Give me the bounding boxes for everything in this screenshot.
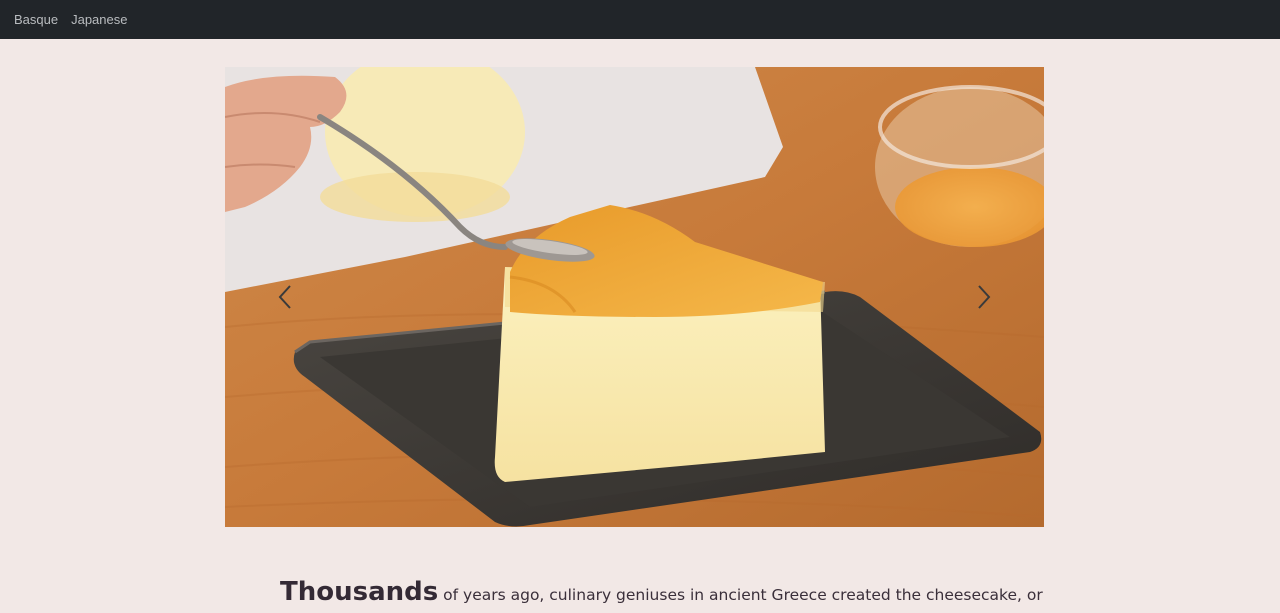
intro-text: of years ago, culinary geniuses in ancie… — [438, 585, 1043, 604]
intro-paragraph: Thousands of years ago, culinary geniuse… — [280, 574, 1043, 613]
carousel-prev-button[interactable] — [225, 67, 345, 527]
cheesecake-photo — [225, 67, 1044, 527]
nav-link-japanese[interactable]: Japanese — [71, 12, 127, 27]
intro-lead-word: Thousands — [280, 576, 439, 607]
top-navbar: Basque Japanese — [0, 0, 1280, 39]
chevron-left-icon — [278, 285, 291, 309]
carousel-next-button[interactable] — [924, 67, 1044, 527]
image-carousel — [225, 67, 1044, 527]
chevron-right-icon — [978, 285, 991, 309]
nav-link-basque[interactable]: Basque — [14, 12, 58, 27]
